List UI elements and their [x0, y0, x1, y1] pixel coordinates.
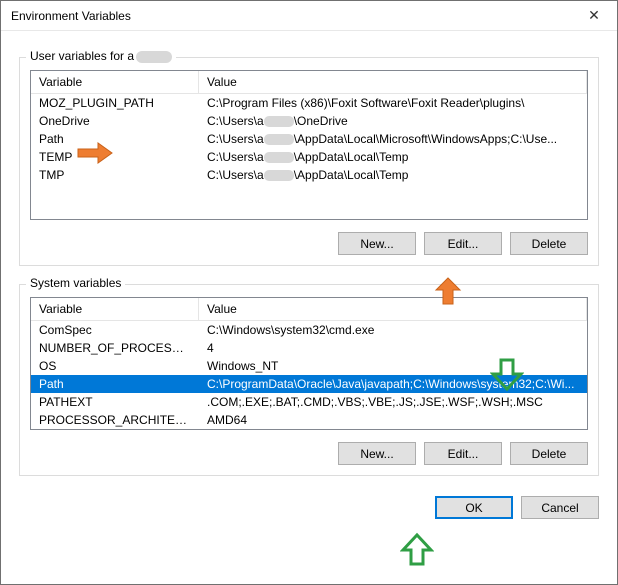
system-list-header: Variable Value [31, 298, 587, 321]
system-delete-button[interactable]: Delete [510, 442, 588, 465]
dialog-buttons: OK Cancel [1, 486, 617, 519]
var-name: Path [31, 130, 199, 148]
col-header-variable[interactable]: Variable [31, 298, 199, 320]
var-name: PATHEXT [31, 393, 199, 411]
var-name: TEMP [31, 148, 199, 166]
var-name: NUMBER_OF_PROCESSORS [31, 339, 199, 357]
close-button[interactable]: ✕ [571, 1, 617, 31]
ok-button[interactable]: OK [435, 496, 513, 519]
list-item[interactable]: NUMBER_OF_PROCESSORS 4 [31, 339, 587, 357]
dialog-content: User variables for a Variable Value MOZ_… [1, 31, 617, 486]
env-vars-dialog: Environment Variables ✕ User variables f… [0, 0, 618, 585]
list-item[interactable]: TMP C:\Users\a\AppData\Local\Temp [31, 166, 587, 184]
var-name: OneDrive [31, 112, 199, 130]
user-list-header: Variable Value [31, 71, 587, 94]
redacted-username [136, 51, 172, 63]
col-header-value[interactable]: Value [199, 71, 587, 93]
list-item[interactable]: PROCESSOR_IDENTIFIER Intel64 Family 6 Mo… [31, 429, 587, 430]
var-value: C:\ProgramData\Oracle\Java\javapath;C:\W… [199, 375, 587, 393]
user-delete-button[interactable]: Delete [510, 232, 588, 255]
var-name: ComSpec [31, 321, 199, 339]
var-value: Windows_NT [199, 357, 587, 375]
var-name: MOZ_PLUGIN_PATH [31, 94, 199, 112]
user-new-button[interactable]: New... [338, 232, 416, 255]
list-item[interactable]: Path C:\Users\a\AppData\Local\Microsoft\… [31, 130, 587, 148]
system-variables-group: System variables Variable Value ComSpec … [19, 284, 599, 476]
list-item[interactable]: MOZ_PLUGIN_PATH C:\Program Files (x86)\F… [31, 94, 587, 112]
col-header-value[interactable]: Value [199, 298, 587, 320]
titlebar: Environment Variables ✕ [1, 1, 617, 31]
user-edit-button[interactable]: Edit... [424, 232, 502, 255]
user-variables-group: User variables for a Variable Value MOZ_… [19, 57, 599, 266]
list-item[interactable]: PATHEXT .COM;.EXE;.BAT;.CMD;.VBS;.VBE;.J… [31, 393, 587, 411]
var-value: C:\Users\a\OneDrive [199, 112, 587, 130]
cancel-button[interactable]: Cancel [521, 496, 599, 519]
system-buttons: New... Edit... Delete [30, 442, 588, 465]
list-item[interactable]: PROCESSOR_ARCHITECTURE AMD64 [31, 411, 587, 429]
var-value: .COM;.EXE;.BAT;.CMD;.VBS;.VBE;.JS;.JSE;.… [199, 393, 587, 411]
system-variables-label: System variables [26, 276, 125, 290]
var-name: Path [31, 375, 199, 393]
user-variables-label-text: User variables for a [30, 49, 134, 63]
var-value: C:\Users\a\AppData\Local\Temp [199, 166, 587, 184]
var-value: Intel64 Family 6 Model 142 Stepping 9, G… [199, 429, 587, 430]
var-value: C:\Program Files (x86)\Foxit Software\Fo… [199, 94, 587, 112]
var-name: PROCESSOR_ARCHITECTURE [31, 411, 199, 429]
system-edit-button[interactable]: Edit... [424, 442, 502, 465]
var-value: C:\Users\a\AppData\Local\Temp [199, 148, 587, 166]
var-value: AMD64 [199, 411, 587, 429]
user-buttons: New... Edit... Delete [30, 232, 588, 255]
window-title: Environment Variables [11, 9, 131, 23]
list-item[interactable]: OneDrive C:\Users\a\OneDrive [31, 112, 587, 130]
var-value: C:\Windows\system32\cmd.exe [199, 321, 587, 339]
user-variables-label: User variables for a [26, 49, 176, 63]
list-item[interactable]: ComSpec C:\Windows\system32\cmd.exe [31, 321, 587, 339]
list-item[interactable]: OS Windows_NT [31, 357, 587, 375]
user-variables-list[interactable]: Variable Value MOZ_PLUGIN_PATH C:\Progra… [30, 70, 588, 220]
var-name: OS [31, 357, 199, 375]
system-new-button[interactable]: New... [338, 442, 416, 465]
col-header-variable[interactable]: Variable [31, 71, 199, 93]
list-item-selected[interactable]: Path C:\ProgramData\Oracle\Java\javapath… [31, 375, 587, 393]
var-name: PROCESSOR_IDENTIFIER [31, 429, 199, 430]
close-icon: ✕ [588, 7, 600, 24]
var-name: TMP [31, 166, 199, 184]
system-variables-list[interactable]: Variable Value ComSpec C:\Windows\system… [30, 297, 588, 430]
annotation-arrow-icon [400, 532, 434, 566]
list-item[interactable]: TEMP C:\Users\a\AppData\Local\Temp [31, 148, 587, 166]
var-value: C:\Users\a\AppData\Local\Microsoft\Windo… [199, 130, 587, 148]
var-value: 4 [199, 339, 587, 357]
